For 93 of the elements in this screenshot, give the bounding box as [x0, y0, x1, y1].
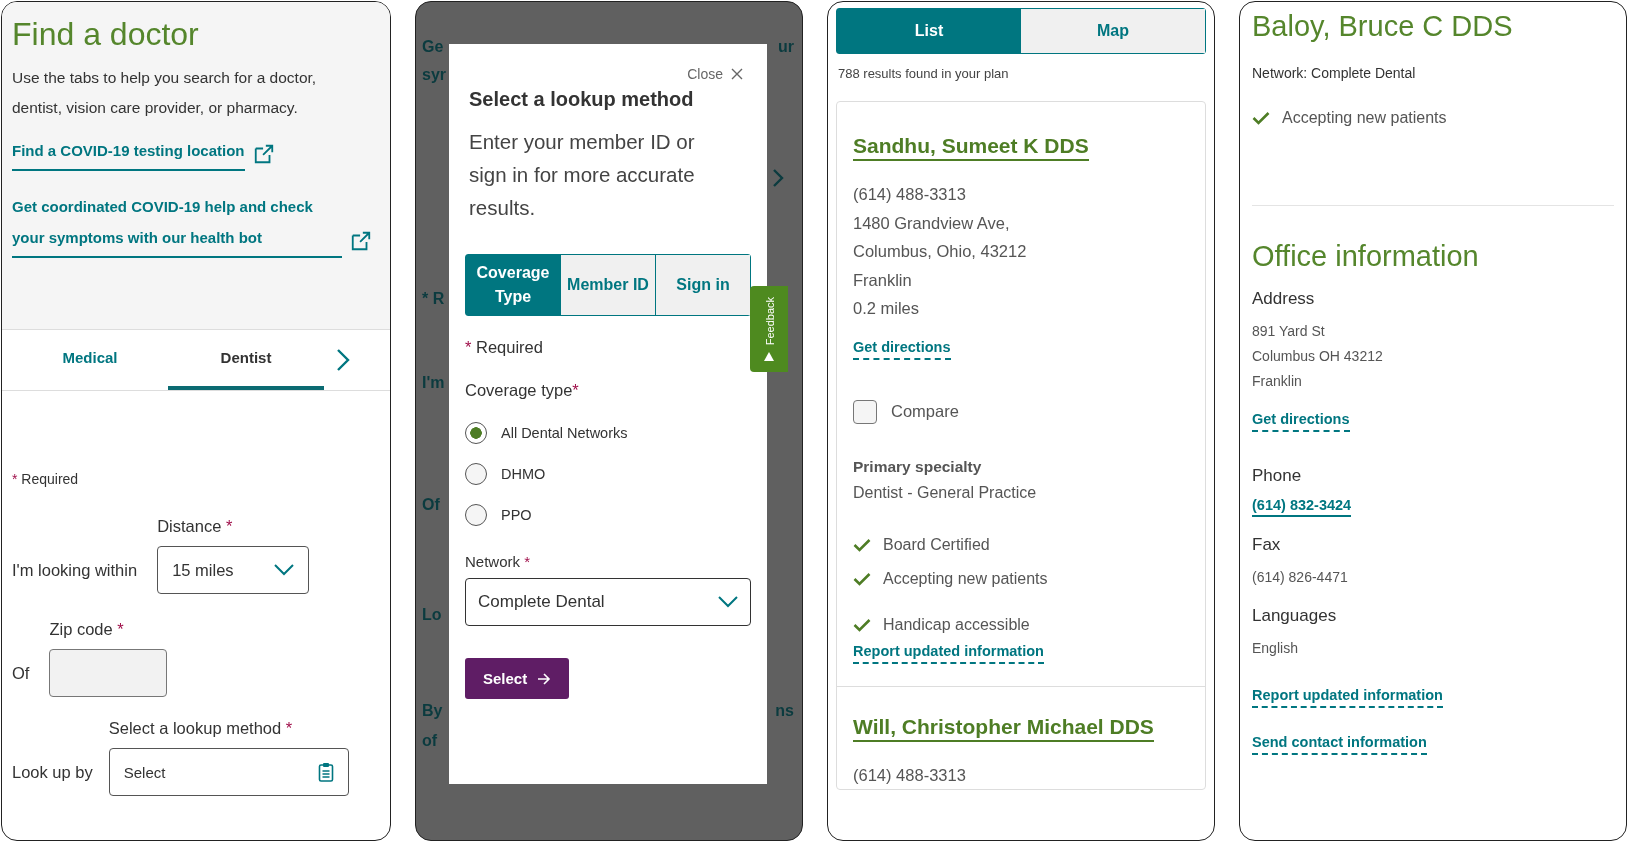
field-label: Distance * [157, 517, 234, 536]
specialty-label: Primary specialty [853, 457, 983, 476]
compare-label: Compare [891, 402, 959, 421]
network-select[interactable]: Complete Dental [465, 578, 751, 626]
method-tab[interactable]: Coverage Type [466, 255, 560, 315]
field-label: Select a lookup method * [108, 719, 294, 738]
radio-button[interactable] [465, 503, 487, 526]
backdrop-text: By [422, 702, 443, 720]
directions-link[interactable]: Get directions [853, 338, 951, 360]
directions-link[interactable]: Get directions [1252, 411, 1350, 432]
phone-link[interactable]: (614) 832-3424 [1252, 497, 1352, 517]
provider-name-link[interactable]: Will, Christopher Michael DDS [853, 714, 1154, 742]
radio-label: PPO [501, 506, 532, 523]
method-tab[interactable]: Member ID [560, 255, 655, 315]
language-text: English [1252, 639, 1299, 658]
view-toggle[interactable]: List [837, 9, 1021, 53]
field-label: Fax [1252, 535, 1282, 555]
page-title: Find a doctor [12, 16, 200, 53]
close-button[interactable]: Close [687, 66, 751, 82]
specialty-text: Dentist - General Practice [853, 483, 1038, 502]
covid-link[interactable]: Get coordinated COVID-19 help and check your symptoms with our health bot [12, 191, 342, 258]
backdrop-text: of [422, 732, 438, 750]
chevron-down-icon [718, 596, 738, 608]
backdrop-text: Of [422, 496, 440, 514]
field-label: Zip code * [49, 620, 125, 639]
field-prefix: Look up by [12, 763, 93, 782]
field-prefix: I'm looking within [12, 561, 138, 580]
dialog-description: Enter your member ID or sign in for more accurate results. [469, 129, 696, 221]
feature-text: Board Certified [883, 535, 990, 554]
feedback-tab[interactable]: Feedback [750, 286, 788, 372]
backdrop-text: ns [775, 702, 794, 720]
view-toggle[interactable]: Map [1021, 9, 1205, 53]
intro-text: Use the tabs to help you search for a doctor, dentist, vision care provider, or pharmacy. [12, 68, 318, 118]
address-line: 891 Yard St [1252, 322, 1326, 341]
chevron-right-icon[interactable] [336, 348, 350, 372]
detail-link[interactable]: Send contact information [1252, 734, 1427, 755]
provider-info: 1480 Grandview Ave, [853, 212, 1011, 234]
clipboard-icon [317, 762, 334, 782]
checkmark-icon [1252, 111, 1270, 125]
provider-name-link[interactable]: Sandhu, Sumeet K DDS [853, 134, 1089, 161]
provider-info: 0.2 miles [853, 298, 921, 319]
provider-name: Baloy, Bruce C DDS [1252, 10, 1514, 43]
provider-info: (614) 488-3313 [853, 764, 967, 786]
checkmark-icon [853, 571, 871, 586]
zip-code-field[interactable] [49, 649, 168, 697]
report-link[interactable]: Report updated information [853, 642, 1044, 664]
address-line: Franklin [1252, 372, 1303, 391]
field-label: Phone [1252, 466, 1303, 486]
section-title: Office information [1252, 240, 1480, 273]
field-label: Languages [1252, 606, 1338, 626]
detail-link[interactable]: Report updated information [1252, 687, 1443, 708]
radio-button[interactable] [465, 421, 487, 444]
required-note: * Required [12, 471, 80, 487]
compare-checkbox[interactable] [853, 399, 877, 424]
results-count: 788 results found in your plan [838, 66, 1010, 81]
field-label: Network * [465, 553, 532, 570]
field-prefix: Of [12, 664, 30, 683]
required-note: * Required [465, 338, 544, 357]
provider-info: Columbus, Ohio, 43212 [853, 241, 1028, 262]
provider-info: (614) 488-3313 [853, 184, 967, 205]
field-label: Coverage type* [465, 381, 580, 400]
backdrop-text: syr [422, 66, 447, 84]
feature-text: Accepting new patients [883, 569, 1048, 588]
lookup-select[interactable]: Select [108, 748, 349, 796]
address-line: Columbus OH 43212 [1252, 347, 1384, 366]
radio-label: DHMO [501, 465, 546, 482]
fax-number: (614) 826-4471 [1252, 568, 1349, 587]
distance-select[interactable]: 15 miles [157, 546, 310, 594]
covid-link[interactable]: Find a COVID-19 testing location [12, 135, 245, 171]
provider-info: Franklin [853, 269, 913, 291]
checkmark-icon [853, 617, 871, 632]
backdrop-text: Lo [422, 606, 442, 624]
backdrop-text: * R [422, 290, 445, 308]
close-icon [731, 68, 743, 80]
network-text: Network: Complete Dental [1252, 65, 1417, 81]
category-tab[interactable]: Dentist [168, 330, 324, 390]
select-button[interactable]: Select [465, 658, 570, 699]
chevron-down-icon [274, 564, 295, 576]
radio-button[interactable] [465, 462, 487, 485]
category-tab[interactable]: Medical [12, 330, 168, 390]
backdrop-text: I'm [422, 374, 445, 392]
arrow-right-icon [537, 672, 552, 685]
triangle-up-icon [764, 351, 774, 361]
field-label: Address [1252, 289, 1316, 309]
dialog-title: Select a lookup method [469, 88, 695, 111]
chevron-right-icon [772, 168, 784, 188]
radio-label: All Dental Networks [501, 424, 628, 441]
feature-text: Handicap accessible [883, 615, 1030, 634]
backdrop-text: Ge [422, 38, 444, 56]
backdrop-text: ur [778, 38, 794, 56]
method-tab[interactable]: Sign in [655, 255, 750, 315]
checkmark-icon [853, 537, 871, 552]
feature-text: Accepting new patients [1282, 109, 1447, 127]
